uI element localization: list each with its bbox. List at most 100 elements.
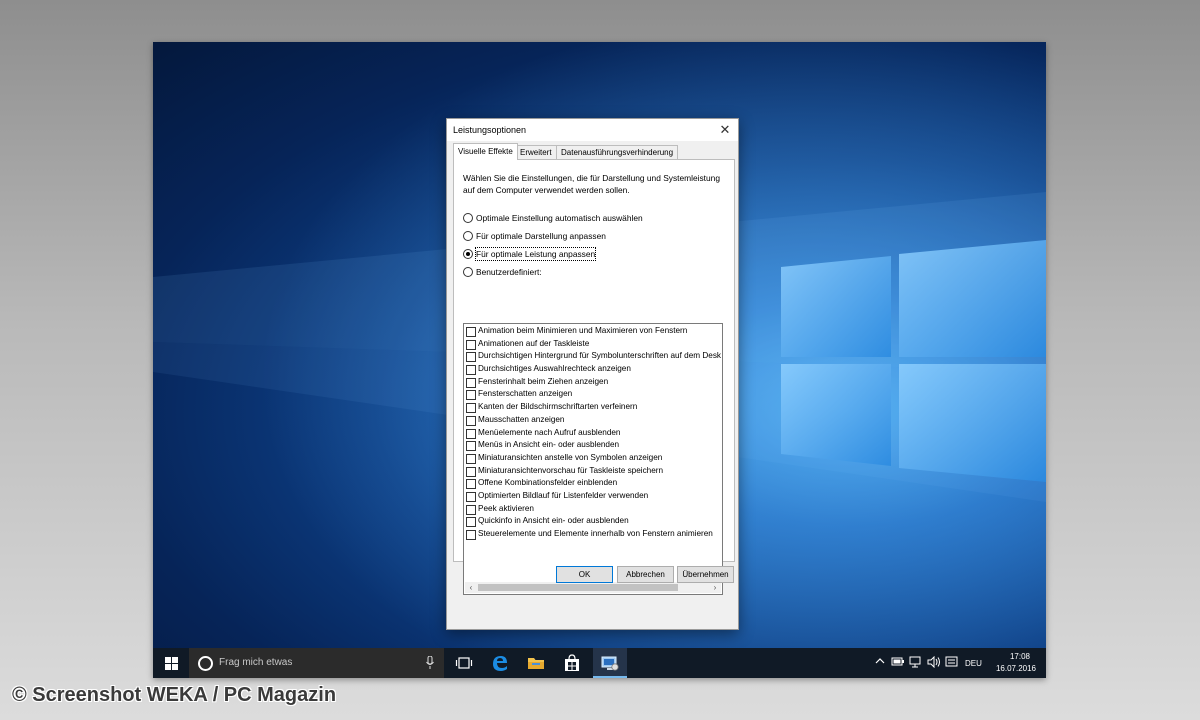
radio-button-selected[interactable] — [463, 249, 473, 259]
effect-label: Miniaturansichtenvorschau für Taskleiste… — [478, 465, 664, 475]
copyright-watermark: © Screenshot WEKA / PC Magazin — [12, 684, 337, 706]
effect-checkbox[interactable] — [466, 352, 476, 363]
edge-button[interactable] — [483, 648, 517, 678]
effect-list-item[interactable]: Durchsichtiges Auswahlrechteck anzeigen — [465, 363, 721, 376]
effect-label: Animation beim Minimieren und Maximieren… — [478, 326, 688, 335]
performance-options-dialog: Leistungsoptionen ✕ Visuelle Effekte Erw… — [446, 118, 739, 630]
effect-label: Steuerelemente und Elemente innerhalb vo… — [478, 529, 713, 538]
scrollbar-thumb[interactable] — [478, 584, 678, 591]
visual-effects-list[interactable]: Animation beim Minimieren und Maximieren… — [463, 323, 723, 595]
tab-visual-effects[interactable]: Visuelle Effekte — [453, 143, 518, 160]
effect-label: Durchsichtigen Hintergrund für Symbolunt… — [478, 351, 721, 361]
desktop-screen: Leistungsoptionen ✕ Visuelle Effekte Erw… — [153, 42, 1046, 678]
effect-checkbox[interactable] — [466, 479, 476, 490]
effect-checkbox[interactable] — [466, 377, 476, 388]
effect-list-item[interactable]: Fensterinhalt beim Ziehen anzeigen — [465, 376, 721, 389]
effect-list-item[interactable]: Quickinfo in Ansicht ein- oder ausblende… — [465, 515, 721, 528]
visual-effects-panel: Wählen Sie die Einstellungen, die für Da… — [453, 159, 735, 595]
cancel-button[interactable]: Abbrechen — [617, 566, 674, 583]
chevron-up-icon[interactable] — [875, 656, 885, 666]
start-button[interactable] — [153, 648, 189, 678]
radio-label: Für optimale Leistung anpassen — [474, 247, 597, 261]
effect-label: Durchsichtiges Auswahlrechteck anzeigen — [478, 364, 631, 374]
effect-label: Mausschatten anzeigen — [478, 414, 565, 424]
search-box[interactable]: Frag mich etwas — [189, 648, 444, 678]
effect-checkbox[interactable] — [466, 466, 476, 477]
effect-checkbox[interactable] — [466, 327, 476, 337]
performance-options-icon — [601, 656, 619, 671]
effect-list-item[interactable]: Steuerelemente und Elemente innerhalb vo… — [465, 528, 721, 541]
effect-list-item[interactable]: Mausschatten anzeigen — [465, 414, 721, 427]
effect-list-item[interactable]: Fensterschatten anzeigen — [465, 388, 721, 401]
tab-data-execution-prevention[interactable]: Datenausführungsverhinderung — [556, 145, 679, 160]
task-view-icon — [455, 657, 473, 669]
scroll-left-icon[interactable]: ‹ — [466, 582, 476, 593]
effect-list-item[interactable]: Durchsichtigen Hintergrund für Symbolunt… — [465, 350, 721, 363]
effect-list-item[interactable]: Menüs in Ansicht ein- oder ausblenden — [465, 439, 721, 452]
radio-label: Benutzerdefiniert: — [476, 267, 542, 277]
cortana-icon[interactable] — [198, 656, 213, 671]
effect-label: Menüs in Ansicht ein- oder ausblenden — [478, 440, 620, 450]
scroll-right-icon[interactable]: › — [710, 582, 720, 593]
windows-logo-icon — [165, 657, 178, 670]
dialog-titlebar[interactable]: Leistungsoptionen ✕ — [447, 119, 738, 141]
task-view-button[interactable] — [447, 648, 481, 678]
effect-checkbox[interactable] — [466, 365, 476, 376]
effect-checkbox[interactable] — [466, 517, 476, 528]
effect-label: Quickinfo in Ansicht ein- oder ausblende… — [478, 516, 629, 526]
effect-label: Miniaturansichten anstelle von Symbolen … — [478, 452, 663, 462]
effect-list-item[interactable]: Peek aktivieren — [465, 503, 721, 516]
effect-label: Peek aktivieren — [478, 503, 534, 513]
volume-icon[interactable] — [927, 656, 941, 668]
microphone-icon[interactable] — [426, 656, 434, 669]
ok-button[interactable]: OK — [556, 566, 613, 583]
radio-label: Optimale Einstellung automatisch auswähl… — [476, 213, 643, 223]
effect-label: Animationen auf der Taskleiste — [478, 338, 590, 348]
effect-checkbox[interactable] — [466, 339, 476, 350]
effect-label: Fensterinhalt beim Ziehen anzeigen — [478, 376, 609, 386]
effect-label: Kanten der Bildschirmschriftarten verfei… — [478, 402, 638, 412]
taskbar: Frag mich etwas DEU 17:08 16.07.2016 — [153, 648, 1046, 678]
effect-label: Offene Kombinationsfelder einblenden — [478, 478, 618, 488]
clock-date[interactable]: 16.07.2016 — [993, 664, 1039, 673]
network-icon[interactable] — [909, 656, 923, 668]
effect-checkbox[interactable] — [466, 530, 476, 540]
panel-description: Wählen Sie die Einstellungen, die für Da… — [463, 173, 720, 195]
keyboard-icon[interactable] — [945, 656, 959, 668]
effect-list-item[interactable]: Offene Kombinationsfelder einblenden — [465, 477, 721, 490]
radio-button[interactable] — [463, 231, 473, 241]
effect-list-item[interactable]: Kanten der Bildschirmschriftarten verfei… — [465, 401, 721, 414]
store-button[interactable] — [555, 648, 589, 678]
effect-checkbox[interactable] — [466, 491, 476, 502]
effect-label: Fensterschatten anzeigen — [478, 389, 573, 399]
effect-label: Menüelemente nach Aufruf ausblenden — [478, 427, 621, 437]
effect-list-item[interactable]: Menüelemente nach Aufruf ausblenden — [465, 427, 721, 440]
file-explorer-icon — [528, 658, 544, 669]
effect-checkbox[interactable] — [466, 390, 476, 401]
apply-button[interactable]: Übernehmen — [677, 566, 734, 583]
radio-button[interactable] — [463, 267, 473, 277]
effect-checkbox[interactable] — [466, 504, 476, 515]
effect-list-item[interactable]: Animation beim Minimieren und Maximieren… — [465, 325, 721, 338]
effect-list-item[interactable]: Miniaturansichtenvorschau für Taskleiste… — [465, 465, 721, 478]
battery-icon[interactable] — [891, 656, 905, 668]
close-icon[interactable]: ✕ — [716, 121, 734, 139]
file-explorer-button[interactable] — [519, 648, 553, 678]
language-indicator[interactable]: DEU — [965, 659, 982, 668]
effect-checkbox[interactable] — [466, 403, 476, 414]
effect-list-item[interactable]: Optimierten Bildlauf für Listenfelder ve… — [465, 490, 721, 503]
effect-label: Optimierten Bildlauf für Listenfelder ve… — [478, 490, 649, 500]
tab-advanced[interactable]: Erweitert — [515, 145, 557, 160]
effect-checkbox[interactable] — [466, 441, 476, 452]
effect-list-item[interactable]: Animationen auf der Taskleiste — [465, 338, 721, 351]
effect-list-item[interactable]: Miniaturansichten anstelle von Symbolen … — [465, 452, 721, 465]
store-icon — [565, 654, 579, 671]
effect-checkbox[interactable] — [466, 428, 476, 439]
effect-checkbox[interactable] — [466, 453, 476, 464]
radio-button[interactable] — [463, 213, 473, 223]
horizontal-scrollbar[interactable]: ‹ › — [465, 582, 721, 593]
effect-checkbox[interactable] — [466, 415, 476, 426]
effects-list-items: Animation beim Minimieren und Maximieren… — [465, 325, 721, 541]
performance-options-taskbar-button[interactable] — [593, 648, 627, 678]
clock-time[interactable]: 17:08 — [1005, 652, 1035, 661]
